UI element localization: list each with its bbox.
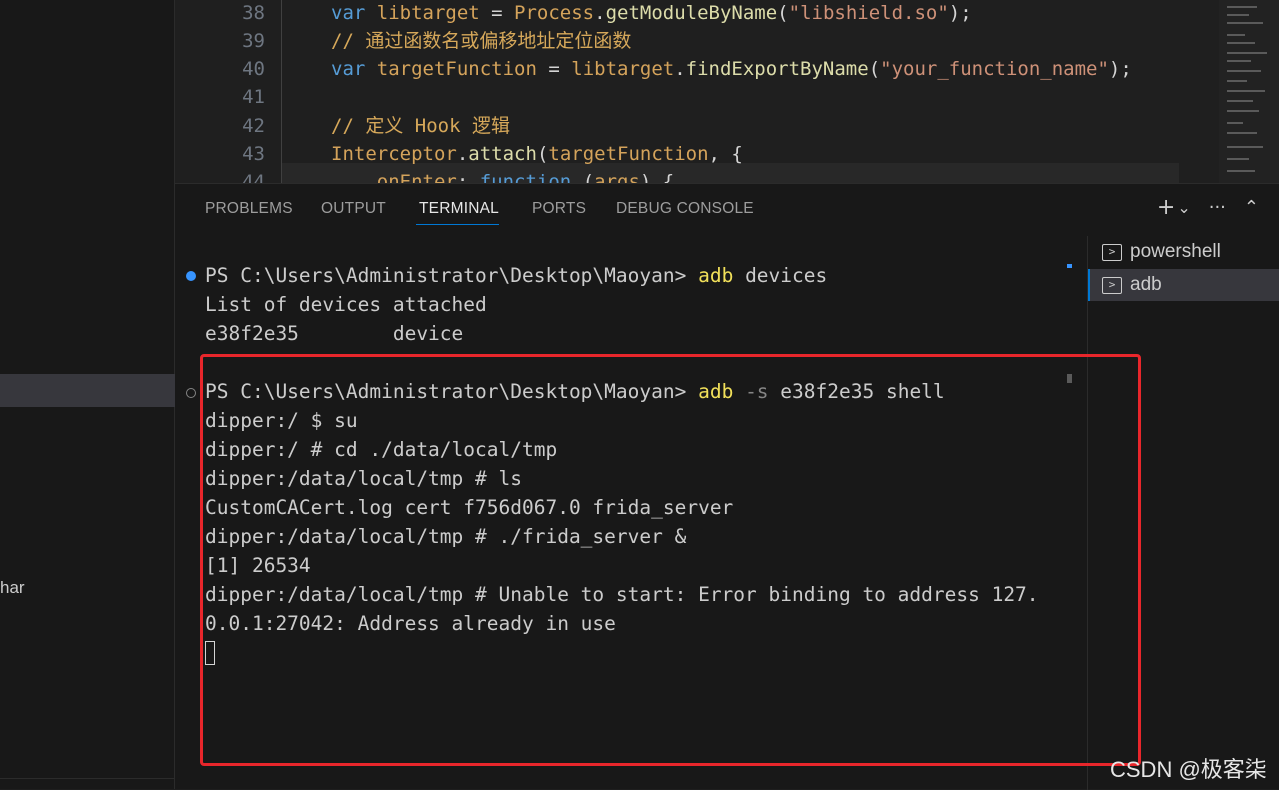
code-line: onEnter: function (args) { (331, 168, 674, 183)
active-tab-indicator (416, 224, 499, 225)
line-number: 41 (242, 86, 265, 108)
tab-output[interactable]: OUTPUT (321, 200, 386, 218)
code-line: // 定义 Hook 逻辑 (331, 112, 510, 140)
sidebar-divider (0, 778, 175, 779)
line-number: 38 (242, 2, 265, 24)
code-line: Interceptor.attach(targetFunction, { (331, 140, 743, 168)
code-token: // 定义 Hook 逻辑 (331, 115, 510, 137)
line-number: 43 (242, 143, 265, 165)
terminal-list-item-adb[interactable]: > adb (1088, 269, 1279, 301)
terminal-list-item-powershell[interactable]: > powershell (1088, 236, 1279, 268)
panel-tabs: PROBLEMS OUTPUT TERMINAL PORTS DEBUG CON… (175, 184, 1279, 228)
command-success-decoration[interactable] (186, 271, 196, 281)
tab-debug-console[interactable]: DEBUG CONSOLE (616, 200, 754, 218)
line-number: 39 (242, 30, 265, 52)
line-number: 42 (242, 115, 265, 137)
code-token: var (331, 2, 377, 24)
code-token: . (456, 143, 469, 165)
code-token: attach (468, 143, 537, 165)
tab-ports[interactable]: PORTS (532, 200, 586, 218)
code-token: Interceptor (331, 143, 457, 165)
terminal-list-label: adb (1130, 274, 1162, 295)
annotation-highlight-box (200, 354, 1141, 766)
code-line: var libtarget = Process.getModuleByName(… (331, 0, 972, 27)
code-token: ( (868, 58, 881, 80)
code-token: : (456, 171, 480, 183)
explorer-sidebar: har (0, 0, 175, 789)
code-token: function (479, 171, 572, 183)
more-actions-icon[interactable]: ··· (1209, 194, 1226, 222)
line-number-gutter: 38 39 40 41 42 43 44 (175, 0, 275, 183)
code-token: targetFunction (548, 143, 709, 165)
code-token: . (674, 58, 686, 80)
indent-guide (281, 0, 282, 183)
code-token: libtarget (376, 2, 480, 24)
new-terminal-icon[interactable]: + (1157, 194, 1175, 222)
code-token: "libshield.so" (788, 2, 949, 24)
tab-problems[interactable]: PROBLEMS (205, 200, 293, 218)
code-token: var (331, 58, 377, 80)
code-token: getModuleByName (605, 2, 778, 24)
code-token: ( (777, 2, 789, 24)
code-token: = (479, 2, 515, 24)
code-token: ( (571, 171, 595, 183)
terminal-list-label: powershell (1130, 241, 1221, 262)
code-token: Process (514, 2, 595, 24)
code-token: targetFunction (376, 58, 537, 80)
tab-terminal[interactable]: TERMINAL (419, 200, 499, 218)
code-token: args (594, 171, 640, 183)
code-token: ); (1108, 58, 1132, 80)
code-token: , { (708, 143, 743, 165)
code-token: "your_function_name" (880, 58, 1109, 80)
code-token: onEnter (331, 171, 457, 183)
code-token: ( (536, 143, 549, 165)
watermark: CSDN @极客柒 (1110, 757, 1267, 782)
code-token: libtarget (571, 58, 675, 80)
terminal-icon: > (1102, 243, 1122, 261)
chevron-down-icon[interactable]: ⌄ (1177, 194, 1190, 222)
minimap[interactable] (1219, 0, 1279, 183)
code-line: var targetFunction = libtarget.findExpor… (331, 55, 1132, 83)
scrollbar-marker (1067, 264, 1072, 268)
terminal-output-line: e38f2e35 device (205, 322, 464, 345)
code-token: = (536, 58, 572, 80)
code-token: // 通过函数名或偏移地址定位函数 (331, 30, 632, 52)
code-token: ); (948, 2, 972, 24)
command-running-decoration[interactable] (186, 388, 196, 398)
line-number: 40 (242, 58, 265, 80)
terminal-icon: > (1102, 276, 1122, 294)
code-token: findExportByName (685, 58, 869, 80)
terminal-command-line: PS C:\Users\Administrator\Desktop\Maoyan… (205, 264, 828, 287)
code-token: ) { (639, 171, 675, 183)
code-line: // 通过函数名或偏移地址定位函数 (331, 27, 631, 55)
panel-actions: + ⌄ ··· ⌃ (1157, 194, 1259, 222)
sidebar-item-fragment[interactable]: har (0, 578, 25, 598)
code-editor[interactable]: 38 39 40 41 42 43 44 var libtarget = Pro… (175, 0, 1279, 183)
collapse-panel-icon[interactable]: ⌃ (1244, 194, 1259, 222)
line-number: 44 (242, 171, 265, 183)
code-token: . (594, 2, 606, 24)
sidebar-selected-item[interactable] (0, 374, 175, 407)
terminal-output-line: List of devices attached (205, 293, 487, 316)
